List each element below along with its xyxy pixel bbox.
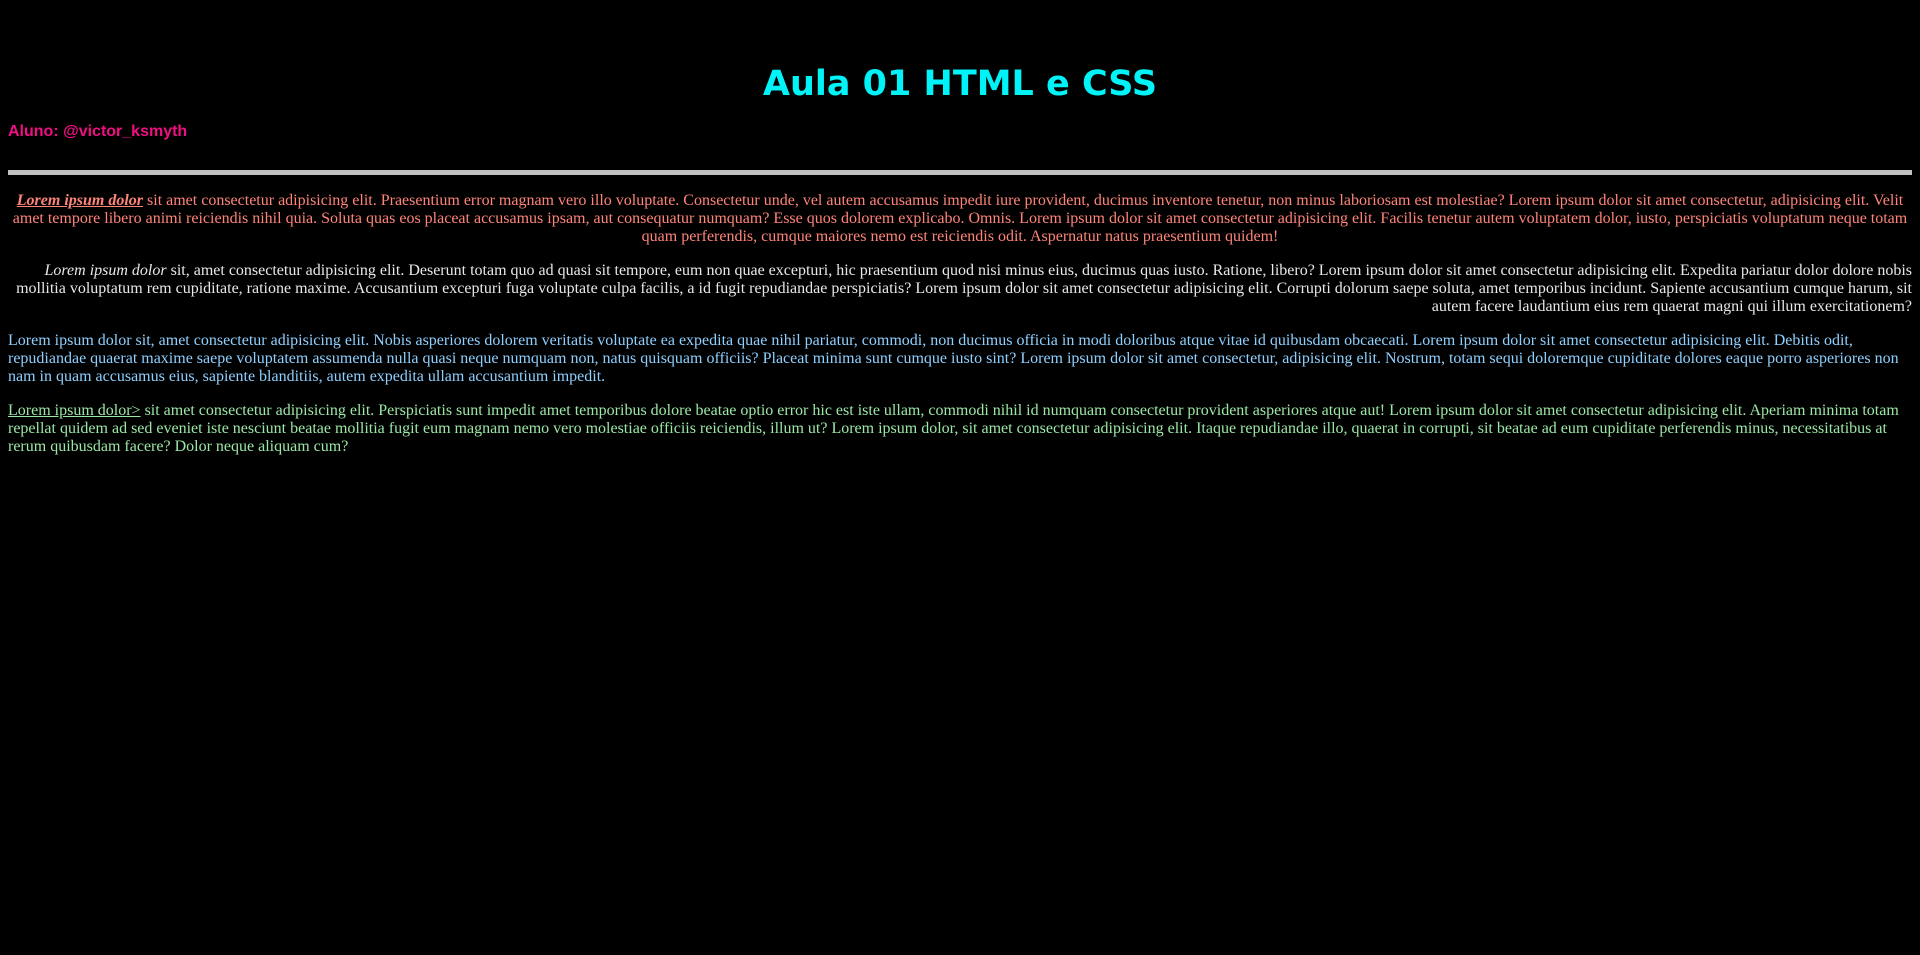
paragraph-body: sit amet consectetur adipisicing elit. P… [12, 192, 1908, 245]
paragraph-lead: Lorem ipsum dolor [16, 192, 144, 209]
page-title: Aula 01 HTML e CSS [762, 64, 1158, 104]
paragraph-right-aligned: Lorem ipsum dolor sit, amet consectetur … [8, 262, 1912, 316]
divider [8, 170, 1912, 175]
student-label: Aluno: @victor_ksmyth [8, 123, 188, 140]
paragraph-lead: Lorem ipsum dolor [44, 262, 167, 279]
paragraph-body: sit amet consectetur adipisicing elit. P… [8, 402, 1899, 455]
paragraph-centered: Lorem ipsum dolor sit amet consectetur a… [8, 192, 1912, 246]
paragraph-underlined-lead: Lorem ipsum dolor> sit amet consectetur … [8, 402, 1912, 456]
paragraph-body: Lorem ipsum dolor sit, amet consectetur … [8, 332, 1899, 385]
paragraph-body: sit, amet consectetur adipisicing elit. … [16, 262, 1912, 315]
paragraph-lead: Lorem ipsum dolor> [8, 402, 141, 419]
paragraph-left-aligned: Lorem ipsum dolor sit, amet consectetur … [8, 332, 1912, 386]
